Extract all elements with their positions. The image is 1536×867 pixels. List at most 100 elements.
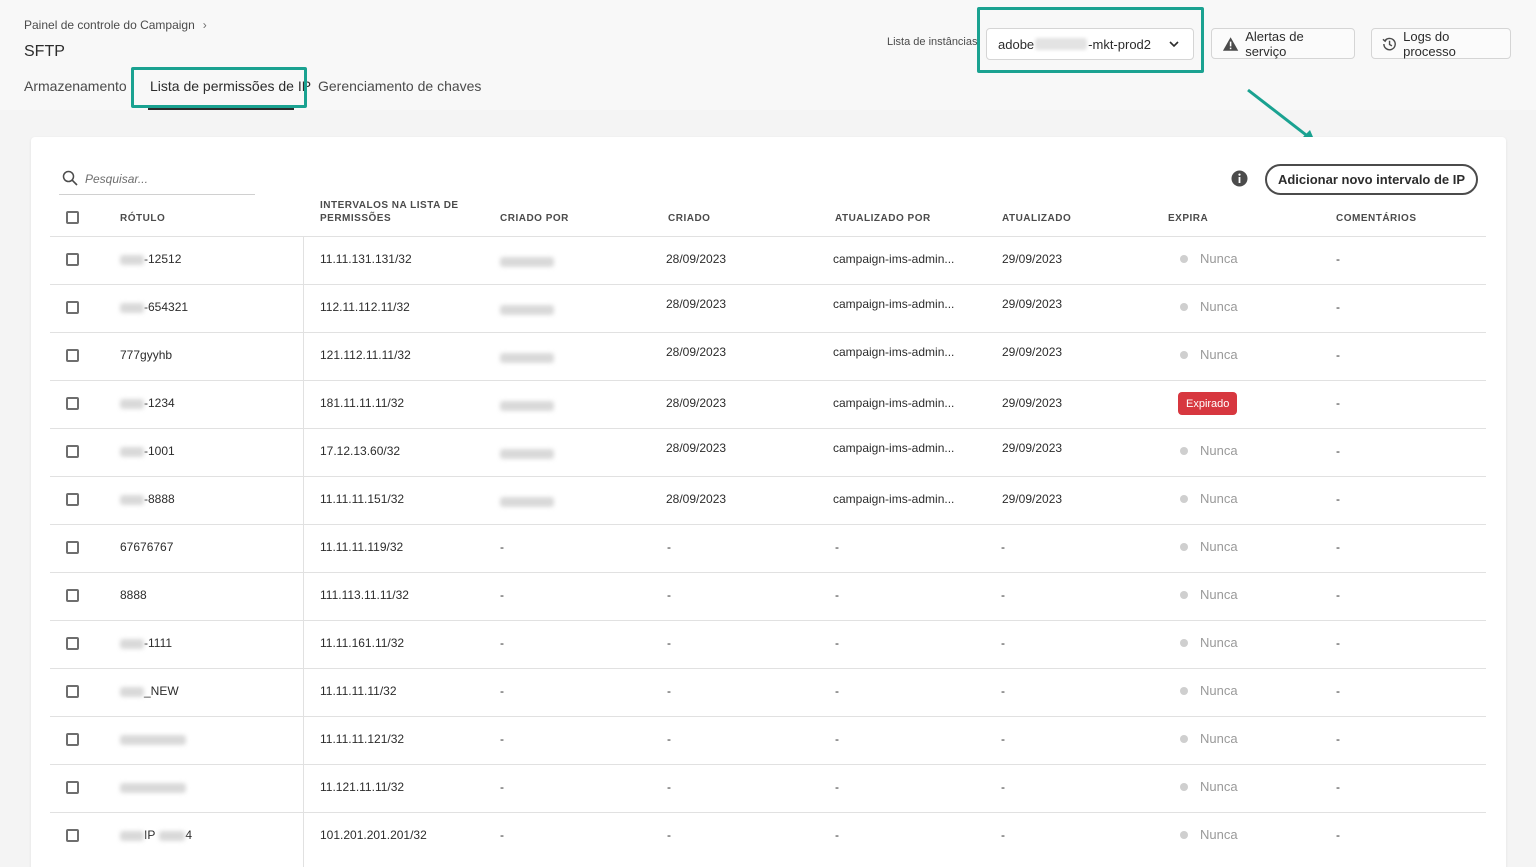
row-ip-range: 11.11.11.11/32	[320, 684, 397, 698]
table-row[interactable]	[50, 812, 1486, 860]
table-row[interactable]	[50, 524, 1486, 572]
table-row[interactable]	[50, 716, 1486, 764]
tab-storage[interactable]: Armazenamento	[24, 78, 127, 94]
col-header-created-by[interactable]: CRIADO POR	[500, 212, 569, 225]
row-label-text: 8888	[120, 588, 147, 602]
breadcrumb-link[interactable]: Painel de controle do Campaign	[24, 18, 195, 32]
row-created-by: -	[500, 828, 504, 842]
row-checkbox[interactable]	[66, 445, 79, 458]
row-checkbox[interactable]	[66, 253, 79, 266]
row-checkbox[interactable]	[66, 589, 79, 602]
row-checkbox[interactable]	[66, 685, 79, 698]
redacted-text	[120, 734, 186, 745]
col-header-updated[interactable]: ATUALIZADO	[1002, 212, 1071, 225]
row-created-by: -	[500, 780, 504, 794]
col-header-ranges-line2: PERMISSÕES	[320, 213, 392, 224]
row-checkbox[interactable]	[66, 493, 79, 506]
row-expires: Nunca	[1180, 443, 1238, 458]
search-icon	[62, 170, 78, 186]
table-row[interactable]	[50, 620, 1486, 668]
info-icon[interactable]	[1231, 170, 1248, 187]
row-expires: Nunca	[1180, 299, 1238, 314]
row-label: _NEW	[120, 684, 179, 698]
search-box[interactable]	[59, 165, 255, 195]
row-updated: -	[1001, 540, 1005, 554]
row-created: -	[667, 732, 671, 746]
row-checkbox[interactable]	[66, 781, 79, 794]
row-expires-text: Nunca	[1200, 827, 1238, 842]
instance-picker[interactable]: adobe -mkt-prod2	[986, 28, 1194, 60]
table-row[interactable]	[50, 764, 1486, 812]
row-expires-text: Nunca	[1200, 779, 1238, 794]
row-ip-range: 11.11.131.131/32	[320, 252, 412, 266]
row-label-text: -1234	[144, 396, 175, 410]
col-header-expires[interactable]: EXPIRA	[1168, 212, 1208, 225]
service-alerts-button[interactable]: Alertas de serviço	[1211, 28, 1355, 59]
row-checkbox[interactable]	[66, 397, 79, 410]
row-updated-by: -	[835, 732, 839, 746]
row-label: -8888	[120, 492, 175, 506]
row-updated: -	[1001, 780, 1005, 794]
row-comments: -	[1336, 588, 1340, 602]
status-dot-icon	[1180, 782, 1188, 791]
row-updated: -	[1001, 732, 1005, 746]
row-checkbox[interactable]	[66, 637, 79, 650]
row-created: 28/09/2023	[666, 297, 727, 311]
row-updated: -	[1001, 588, 1005, 602]
col-header-comments[interactable]: COMENTÁRIOS	[1336, 212, 1417, 225]
page-title: SFTP	[24, 43, 65, 60]
col-header-ranges[interactable]: INTERVALOS NA LISTA DE PERMISSÕES	[320, 199, 459, 225]
col-header-updated-by[interactable]: ATUALIZADO POR	[835, 212, 931, 225]
redacted-created-by	[500, 497, 554, 507]
status-dot-icon	[1180, 686, 1188, 695]
row-ip-range: 121.112.11.11/32	[320, 348, 411, 362]
row-updated-by: campaign-ims-admin...	[833, 297, 955, 311]
row-updated-by: campaign-ims-admin...	[833, 441, 955, 455]
row-checkbox[interactable]	[66, 829, 79, 842]
row-updated: 29/09/2023	[1002, 492, 1063, 506]
row-expires-text: Nunca	[1200, 635, 1238, 650]
row-updated: -	[1001, 828, 1005, 842]
table-row[interactable]	[50, 668, 1486, 716]
row-label: -1111	[120, 636, 172, 650]
table-row[interactable]	[50, 332, 1486, 380]
row-checkbox[interactable]	[66, 301, 79, 314]
table-row[interactable]	[50, 428, 1486, 476]
redacted-text	[120, 494, 144, 505]
redacted-created-by	[500, 449, 554, 459]
tab-ip-allowlist[interactable]: Lista de permissões de IP	[150, 78, 311, 94]
row-comments: -	[1336, 828, 1340, 842]
col-header-label[interactable]: RÓTULO	[120, 212, 165, 225]
search-input[interactable]	[85, 168, 250, 190]
row-expires-text: Nunca	[1200, 683, 1238, 698]
row-created: -	[667, 540, 671, 554]
row-comments: -	[1336, 492, 1340, 506]
table-row[interactable]	[50, 572, 1486, 620]
col-header-created[interactable]: CRIADO	[668, 212, 710, 225]
redacted-text	[120, 398, 144, 409]
add-ip-range-button[interactable]: Adicionar novo intervalo de IP	[1265, 164, 1478, 195]
table-row[interactable]	[50, 236, 1486, 284]
active-tab-indicator	[148, 108, 294, 110]
process-logs-button[interactable]: Logs do processo	[1371, 28, 1511, 59]
row-label: 8888	[120, 588, 147, 602]
row-checkbox[interactable]	[66, 733, 79, 746]
select-all-checkbox[interactable]	[66, 211, 79, 224]
row-ip-range: 111.113.11.11/32	[320, 588, 409, 602]
row-checkbox[interactable]	[66, 541, 79, 554]
table-row[interactable]	[50, 284, 1486, 332]
row-comments: -	[1336, 636, 1340, 650]
row-comments: -	[1336, 252, 1340, 266]
redacted-text	[120, 446, 144, 457]
row-created: -	[667, 636, 671, 650]
row-created: -	[667, 780, 671, 794]
row-checkbox[interactable]	[66, 349, 79, 362]
row-created: -	[667, 588, 671, 602]
redacted-text	[159, 830, 186, 841]
table-row[interactable]	[50, 380, 1486, 428]
table-row[interactable]	[50, 476, 1486, 524]
redacted-text	[120, 302, 144, 313]
expired-badge: Expirado	[1178, 392, 1238, 415]
row-comments: -	[1336, 300, 1340, 314]
tab-key-management[interactable]: Gerenciamento de chaves	[318, 78, 481, 94]
